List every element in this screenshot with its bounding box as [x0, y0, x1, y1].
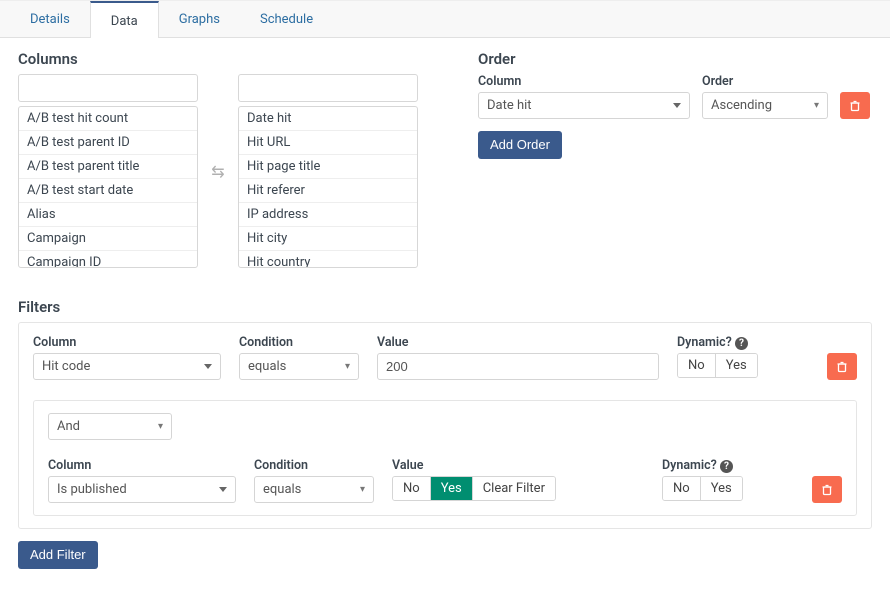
delete-filter2-button[interactable] — [812, 476, 842, 503]
chevron-down-icon — [219, 487, 227, 492]
filter-value-label: Value — [392, 458, 644, 473]
list-item[interactable]: A/B test hit count — [19, 107, 197, 131]
list-item[interactable]: IP address — [239, 203, 417, 227]
list-item[interactable]: Campaign — [19, 227, 197, 251]
chevron-down-icon: ▾ — [360, 484, 365, 495]
filter2-value-no[interactable]: No — [393, 477, 431, 500]
filter2-dynamic-toggle[interactable]: No Yes — [662, 476, 743, 501]
filter1-dynamic-yes[interactable]: Yes — [716, 354, 757, 377]
filter2-column-value: Is published — [57, 482, 127, 497]
list-item[interactable]: Alias — [19, 203, 197, 227]
selected-columns-list[interactable]: Date hit Hit URL Hit page title Hit refe… — [238, 106, 418, 268]
filter2-dynamic-no[interactable]: No — [663, 477, 701, 500]
filter-value-label: Value — [377, 335, 659, 350]
order-direction-select[interactable]: Ascending ▾ — [702, 92, 828, 119]
filter1-column-value: Hit code — [42, 359, 90, 374]
list-item[interactable]: A/B test parent ID — [19, 131, 197, 155]
filter-condition-label: Condition — [239, 335, 359, 350]
list-item[interactable]: Hit page title — [239, 155, 417, 179]
trash-icon — [849, 100, 861, 112]
tab-schedule[interactable]: Schedule — [240, 1, 333, 37]
filters-panel: Column Hit code Condition equals ▾ — [18, 322, 872, 529]
list-item[interactable]: Hit city — [239, 227, 417, 251]
trash-icon — [821, 484, 833, 496]
conjunction-select[interactable]: And ▾ — [48, 413, 172, 440]
order-column-value: Date hit — [487, 98, 532, 113]
list-item[interactable]: Campaign ID — [19, 251, 197, 268]
order-column-select[interactable]: Date hit — [478, 92, 690, 119]
help-icon[interactable]: ? — [735, 337, 748, 350]
filter-dynamic-label: Dynamic? ? — [662, 458, 752, 473]
chevron-down-icon — [204, 364, 212, 369]
filter1-column-select[interactable]: Hit code — [33, 353, 221, 380]
chevron-down-icon: ▾ — [158, 421, 163, 432]
filter1-condition-select[interactable]: equals ▾ — [239, 353, 359, 380]
chevron-down-icon: ▾ — [345, 361, 350, 372]
filter-group: And ▾ Column Is published — [33, 400, 857, 516]
filter1-condition-value: equals — [248, 359, 286, 374]
order-column-label: Column — [478, 74, 690, 89]
tab-bar: Details Data Graphs Schedule — [0, 0, 890, 38]
filter2-dynamic-yes[interactable]: Yes — [701, 477, 742, 500]
filter2-value-toggle[interactable]: No Yes Clear Filter — [392, 476, 556, 501]
dynamic-text: Dynamic? — [677, 335, 732, 350]
delete-filter1-button[interactable] — [827, 353, 857, 380]
filter-column-label: Column — [33, 335, 221, 350]
order-direction-value: Ascending — [711, 98, 772, 113]
filter1-dynamic-toggle[interactable]: No Yes — [677, 353, 758, 378]
swap-columns-icon[interactable]: ⇆ — [198, 162, 238, 181]
add-order-button[interactable]: Add Order — [478, 131, 562, 159]
list-item[interactable]: A/B test start date — [19, 179, 197, 203]
filter2-condition-value: equals — [263, 482, 301, 497]
list-item[interactable]: Hit country — [239, 251, 417, 268]
list-item[interactable]: Hit URL — [239, 131, 417, 155]
order-heading: Order — [478, 50, 872, 68]
chevron-down-icon: ▾ — [814, 100, 819, 111]
list-item[interactable]: A/B test parent title — [19, 155, 197, 179]
dynamic-text: Dynamic? — [662, 458, 717, 473]
columns-heading: Columns — [18, 50, 448, 68]
delete-order-button[interactable] — [840, 92, 870, 119]
add-filter-button[interactable]: Add Filter — [18, 541, 98, 569]
available-columns-list[interactable]: A/B test hit count A/B test parent ID A/… — [18, 106, 198, 268]
filter2-column-select[interactable]: Is published — [48, 476, 236, 503]
trash-icon — [836, 361, 848, 373]
tab-graphs[interactable]: Graphs — [159, 1, 240, 37]
available-columns-filter-input[interactable] — [18, 74, 198, 102]
list-item[interactable]: Date hit — [239, 107, 417, 131]
filter-column-label: Column — [48, 458, 236, 473]
order-direction-label: Order — [702, 74, 828, 89]
tab-data[interactable]: Data — [90, 1, 159, 38]
filter2-condition-select[interactable]: equals ▾ — [254, 476, 374, 503]
filter-condition-label: Condition — [254, 458, 374, 473]
filter-dynamic-label: Dynamic? ? — [677, 335, 767, 350]
list-item[interactable]: Hit referer — [239, 179, 417, 203]
filter1-dynamic-no[interactable]: No — [678, 354, 716, 377]
filters-heading: Filters — [18, 298, 872, 316]
conjunction-value: And — [57, 419, 80, 434]
filter2-clear[interactable]: Clear Filter — [473, 477, 555, 500]
filter1-value-input[interactable] — [377, 353, 659, 380]
chevron-down-icon — [673, 103, 681, 108]
help-icon[interactable]: ? — [720, 460, 733, 473]
selected-columns-filter-input[interactable] — [238, 74, 418, 102]
tab-details[interactable]: Details — [10, 1, 90, 37]
filter2-value-yes[interactable]: Yes — [431, 477, 473, 500]
